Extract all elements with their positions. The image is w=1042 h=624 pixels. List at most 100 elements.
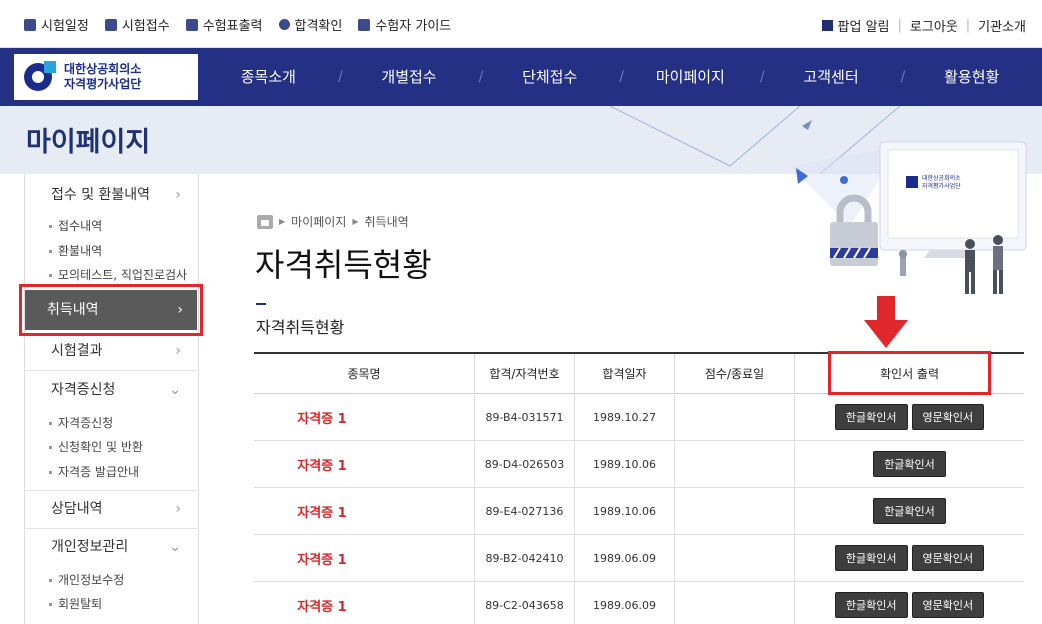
illus-logo-line1: 대한상공회의소 bbox=[922, 174, 961, 182]
english-certificate-button[interactable]: 영문확인서 bbox=[911, 404, 985, 430]
table-row: 자격증 1 89-D4-026503 1989.10.06 한글확인서 bbox=[254, 441, 1024, 488]
red-arrow-icon bbox=[864, 296, 908, 348]
score-cell bbox=[674, 488, 794, 534]
sidebar-item-apply-refund[interactable]: 접수 및 환불내역 › bbox=[25, 176, 199, 214]
pass-date: 1989.10.06 bbox=[574, 441, 674, 487]
breadcrumb-current: 취득내역 bbox=[364, 215, 409, 229]
col-header-date: 합격일자 bbox=[574, 354, 674, 394]
table-row: 자격증 1 89-B2-042410 1989.06.09 한글확인서 영문확인… bbox=[254, 535, 1024, 582]
pass-date: 1989.10.27 bbox=[574, 394, 674, 440]
top-link-apply[interactable]: 시험접수 bbox=[104, 15, 170, 34]
cert-name-link[interactable]: 자격증 1 bbox=[254, 582, 390, 624]
top-link-print-ticket[interactable]: 수험표출력 bbox=[185, 15, 263, 34]
calendar-icon bbox=[24, 18, 36, 31]
nav-item-customer-center[interactable]: 고객센터 bbox=[761, 48, 905, 106]
chevron-right-icon: › bbox=[175, 187, 181, 203]
cert-number: 89-B2-042410 bbox=[474, 535, 574, 581]
subheader-title: 마이페이지 bbox=[26, 127, 151, 158]
nav-item-group-apply[interactable]: 단체접수 bbox=[479, 48, 624, 106]
top-link-pass-check[interactable]: 합격확인 bbox=[278, 15, 342, 34]
sidebar-sub-cert-request[interactable]: 자격증신청 bbox=[25, 414, 199, 431]
top-utility-bar: 시험일정 시험접수 수험표출력 합격확인 수험자 가이드 팝업 알림 | 로그아… bbox=[0, 0, 1042, 48]
logo-line1: 대한상공회의소 bbox=[64, 62, 142, 76]
sidebar-item-acquisition[interactable]: 취득내역 › bbox=[25, 290, 197, 330]
main-nav: 대한상공회의소 자격평가사업단 종목소개 개별접수 단체접수 마이페이지 고객센… bbox=[0, 48, 1042, 106]
sidebar-active-highlight: 취득내역 › bbox=[19, 284, 203, 336]
logout-link[interactable]: 로그아웃 bbox=[910, 16, 958, 35]
popup-alert-link[interactable]: 팝업 알림 bbox=[838, 16, 890, 35]
popup-icon bbox=[821, 20, 833, 31]
breadcrumb-arrow-icon: ▶ bbox=[352, 217, 359, 226]
page-title: 자격취득현황 bbox=[255, 246, 432, 284]
confirm-cell: 한글확인서 영문확인서 bbox=[794, 535, 1024, 581]
confirm-column-highlight bbox=[828, 351, 991, 395]
breadcrumb-arrow-icon: ▶ bbox=[279, 217, 286, 226]
cert-number: 89-D4-026503 bbox=[474, 441, 574, 487]
cert-number: 89-C2-043658 bbox=[474, 582, 574, 624]
confirm-cell: 한글확인서 영문확인서 bbox=[794, 394, 1024, 440]
document-icon bbox=[104, 18, 117, 31]
sidebar-sub-issue-guide[interactable]: 자격증 발급안내 bbox=[25, 463, 199, 480]
nav-item-individual-apply[interactable]: 개별접수 bbox=[339, 48, 483, 106]
score-cell bbox=[674, 535, 794, 581]
award-icon bbox=[278, 19, 290, 30]
cert-name-link[interactable]: 자격증 1 bbox=[254, 394, 390, 440]
logo-gear-icon bbox=[22, 61, 58, 93]
print-icon bbox=[185, 18, 198, 31]
confirm-cell: 한글확인서 bbox=[794, 488, 1024, 534]
sidebar-sub-apply-history[interactable]: 접수내역 bbox=[25, 217, 199, 234]
sidebar-item-consultation[interactable]: 상담내역 › bbox=[25, 490, 199, 528]
col-header-name: 종목명 bbox=[347, 367, 381, 381]
mypage-illustration: 대한상공회의소 자격평가사업단 bbox=[780, 106, 1042, 306]
sidebar-sub-request-confirm[interactable]: 신청확인 및 반환 bbox=[25, 438, 199, 455]
confirm-cell: 한글확인서 영문확인서 bbox=[794, 582, 1024, 624]
korean-certificate-button[interactable]: 한글확인서 bbox=[873, 451, 946, 477]
sidebar: 접수 및 환불내역 › 접수내역 환불내역 모의테스트, 직업진로검사 취득내역 ›… bbox=[19, 174, 203, 624]
english-certificate-button[interactable]: 영문확인서 bbox=[911, 592, 985, 618]
cert-name-link[interactable]: 자격증 1 bbox=[254, 535, 390, 581]
top-link-guide[interactable]: 수험자 가이드 bbox=[358, 15, 451, 34]
sidebar-item-cert-request[interactable]: 자격증신청 ⌄ bbox=[25, 371, 199, 409]
breadcrumb-mypage[interactable]: 마이페이지 bbox=[291, 213, 346, 230]
section-marker bbox=[256, 303, 266, 305]
about-link[interactable]: 기관소개 bbox=[978, 16, 1026, 35]
chevron-down-icon: ⌄ bbox=[169, 382, 181, 398]
home-icon[interactable] bbox=[257, 214, 273, 229]
sidebar-sub-mock-test[interactable]: 모의테스트, 직업진로검사 bbox=[25, 266, 199, 283]
nav-item-usage[interactable]: 활용현황 bbox=[901, 48, 1042, 106]
korean-certificate-button[interactable]: 한글확인서 bbox=[834, 545, 908, 571]
korean-certificate-button[interactable]: 한글확인서 bbox=[834, 404, 908, 430]
pass-date: 1989.06.09 bbox=[574, 535, 674, 581]
confirm-cell: 한글확인서 bbox=[794, 441, 1024, 487]
book-icon bbox=[358, 18, 371, 31]
nav-item-subjects[interactable]: 종목소개 bbox=[198, 48, 343, 106]
cert-number: 89-B4-031571 bbox=[474, 394, 574, 440]
top-right-links: 팝업 알림 | 로그아웃 | 기관소개 bbox=[821, 16, 1026, 35]
score-cell bbox=[674, 394, 794, 440]
chevron-right-icon: › bbox=[175, 501, 181, 517]
sidebar-sub-refund-history[interactable]: 환불내역 bbox=[25, 242, 199, 259]
sidebar-item-personal-info[interactable]: 개인정보관리 ⌄ bbox=[25, 528, 199, 566]
english-certificate-button[interactable]: 영문확인서 bbox=[911, 545, 985, 571]
col-header-score: 점수/종료일 bbox=[674, 354, 794, 394]
sidebar-item-exam-results[interactable]: 시험결과 › bbox=[25, 332, 199, 370]
sidebar-sub-withdraw[interactable]: 회원탈퇴 bbox=[25, 595, 199, 612]
table-row: 자격증 1 89-E4-027136 1989.10.06 한글확인서 bbox=[254, 488, 1024, 535]
korean-certificate-button[interactable]: 한글확인서 bbox=[834, 592, 908, 618]
pass-date: 1989.06.09 bbox=[574, 582, 674, 624]
korean-certificate-button[interactable]: 한글확인서 bbox=[873, 498, 946, 524]
pass-date: 1989.10.06 bbox=[574, 488, 674, 534]
sidebar-sub-edit-info[interactable]: 개인정보수정 bbox=[25, 571, 199, 588]
top-link-schedule[interactable]: 시험일정 bbox=[24, 15, 89, 34]
breadcrumb: ▶ 마이페이지 ▶ 취득내역 bbox=[257, 213, 409, 230]
table-row: 자격증 1 89-B4-031571 1989.10.27 한글확인서 영문확인… bbox=[254, 394, 1024, 441]
score-cell bbox=[674, 441, 794, 487]
cert-name-link[interactable]: 자격증 1 bbox=[254, 488, 390, 534]
logo[interactable]: 대한상공회의소 자격평가사업단 bbox=[14, 54, 198, 100]
col-header-number: 합격/자격번호 bbox=[474, 354, 574, 394]
nav-item-mypage[interactable]: 마이페이지 bbox=[620, 48, 765, 106]
chevron-right-icon: › bbox=[177, 302, 183, 318]
cert-number: 89-E4-027136 bbox=[474, 488, 574, 534]
logo-line2: 자격평가사업단 bbox=[64, 77, 142, 91]
cert-name-link[interactable]: 자격증 1 bbox=[254, 441, 390, 487]
